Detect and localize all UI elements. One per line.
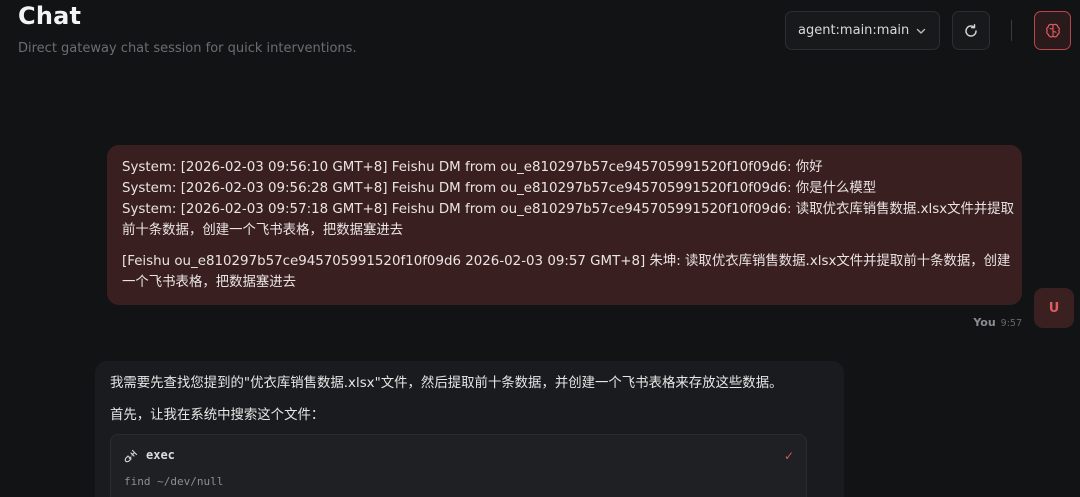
refresh-button[interactable]: [952, 11, 990, 50]
assistant-message-paragraph: 首先，让我在系统中搜索这个文件：: [110, 408, 325, 423]
user-message-line: 一个飞书表格，把数据塞进去: [122, 275, 297, 290]
chat-page: Chat Direct gateway chat session for qui…: [0, 0, 1080, 497]
session-select-value: agent:main:main: [798, 23, 910, 38]
page-subtitle: Direct gateway chat session for quick in…: [18, 41, 357, 56]
thinking-toggle-button[interactable]: [1034, 11, 1071, 50]
user-message-line: System: [2026-02-03 09:56:10 GMT+8] Feis…: [122, 160, 823, 175]
tool-command: find ~/dev/null: [124, 475, 224, 488]
avatar: U: [1034, 288, 1074, 328]
plug-icon: [124, 449, 138, 462]
user-message-meta: You 9:57: [960, 316, 1022, 329]
user-message-line: 前十条数据，创建一个飞书表格，把数据塞进去: [122, 223, 404, 238]
tool-call-card[interactable]: exec ✓ find ~/dev/null: [110, 434, 807, 497]
tool-name: exec: [146, 448, 175, 462]
user-message-line: System: [2026-02-03 09:56:28 GMT+8] Feis…: [122, 181, 877, 196]
brain-icon: [1045, 23, 1060, 37]
page-title: Chat: [18, 2, 82, 30]
assistant-message-paragraph: 我需要先查找您提到的"优衣库销售数据.xlsx"文件，然后提取前十条数据，并创建…: [110, 376, 783, 391]
message-sender: You: [973, 316, 996, 329]
user-message-bubble: System: [2026-02-03 09:56:10 GMT+8] Feis…: [107, 145, 1022, 305]
chevron-down-icon: [916, 28, 926, 34]
refresh-icon: [965, 23, 977, 37]
assistant-message-bubble: 我需要先查找您提到的"优衣库销售数据.xlsx"文件，然后提取前十条数据，并创建…: [95, 361, 844, 497]
header-divider: [1011, 20, 1012, 41]
tool-call-header: exec: [124, 445, 175, 466]
session-select[interactable]: agent:main:main: [785, 11, 940, 50]
check-icon: ✓: [783, 449, 794, 463]
user-message-line: [Feishu ou_e810297b57ce945705991520f10f0…: [122, 254, 1011, 269]
user-message-line: System: [2026-02-03 09:57:18 GMT+8] Feis…: [122, 202, 1015, 217]
message-timestamp: 9:57: [1000, 318, 1022, 329]
